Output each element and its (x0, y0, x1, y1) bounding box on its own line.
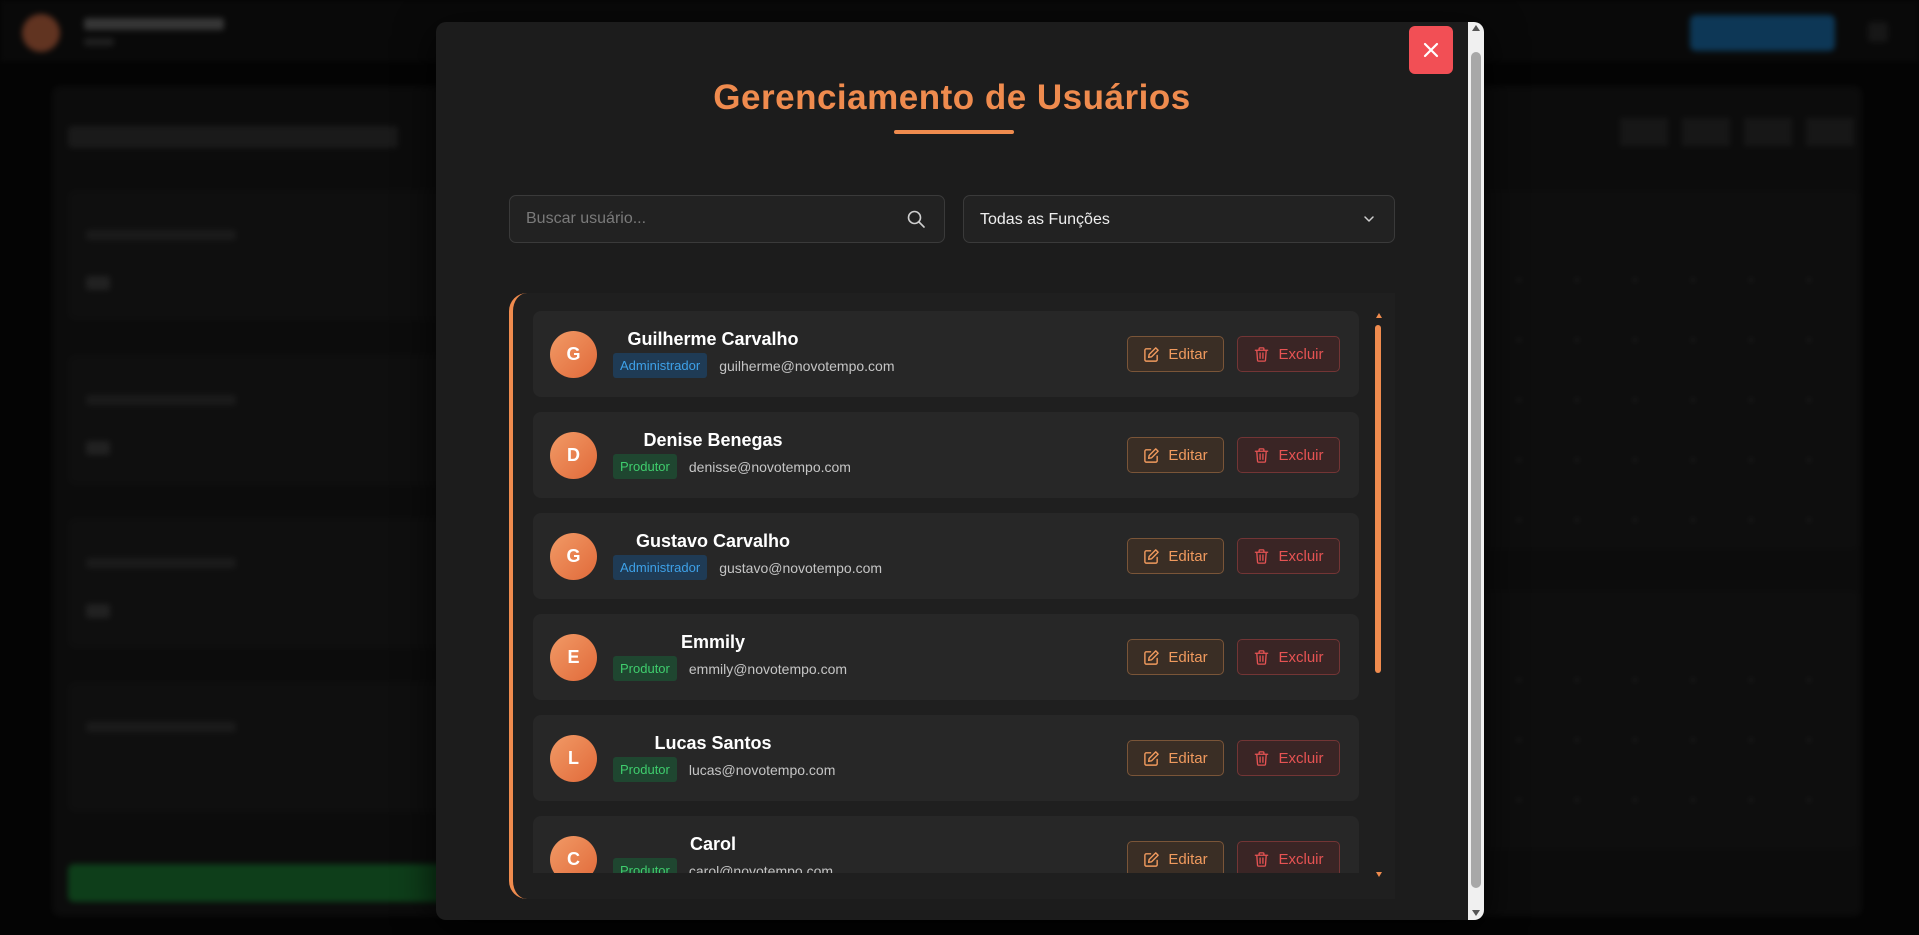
edit-label: Editar (1168, 648, 1208, 666)
role-badge: Administrador (613, 353, 708, 378)
trash-icon (1255, 548, 1269, 564)
delete-label: Excluir (1278, 547, 1324, 565)
edit-label: Editar (1168, 749, 1208, 767)
role-filter-value: Todas as Funções (980, 211, 1110, 228)
role-badge: Produtor (613, 454, 677, 479)
user-name: Guilherme Carvalho (627, 329, 799, 349)
edit-button[interactable]: Editar (1127, 437, 1224, 473)
user-meta: Produtor emmily@novotempo.com (613, 656, 847, 681)
trash-icon (1255, 851, 1269, 867)
trash-icon (1255, 447, 1269, 463)
role-filter-select[interactable]: Todas as Funções (963, 195, 1395, 243)
user-meta: Administrador gustavo@novotempo.com (613, 555, 882, 580)
user-meta: Produtor carol@novotempo.com (613, 858, 833, 873)
user-management-modal: Gerenciamento de Usuários Todas as Funçõ… (436, 22, 1484, 920)
edit-icon (1144, 548, 1160, 564)
chevron-down-icon (1364, 216, 1374, 222)
edit-button[interactable]: Editar (1127, 538, 1224, 574)
user-card: G Guilherme Carvalho Administrador guilh… (533, 311, 1359, 397)
delete-label: Excluir (1278, 648, 1324, 666)
search-field[interactable] (509, 195, 945, 243)
modal-scrollbar[interactable] (1468, 22, 1484, 920)
trash-icon (1255, 750, 1269, 766)
delete-button[interactable]: Excluir (1237, 336, 1340, 372)
modal-title: Gerenciamento de Usuários (713, 78, 1191, 117)
user-name: Lucas Santos (654, 733, 772, 753)
user-email: emmily@novotempo.com (688, 660, 848, 677)
delete-label: Excluir (1278, 850, 1324, 868)
search-input[interactable] (510, 196, 900, 242)
avatar: D (550, 432, 597, 479)
edit-label: Editar (1168, 547, 1208, 565)
delete-label: Excluir (1278, 345, 1324, 363)
user-meta: Administrador guilherme@novotempo.com (613, 353, 895, 378)
user-meta: Produtor lucas@novotempo.com (613, 757, 835, 782)
delete-button[interactable]: Excluir (1237, 740, 1340, 776)
user-meta: Produtor denisse@novotempo.com (613, 454, 851, 479)
delete-label: Excluir (1278, 446, 1324, 464)
close-button[interactable] (1409, 26, 1453, 74)
delete-button[interactable]: Excluir (1237, 639, 1340, 675)
trash-icon (1255, 649, 1269, 665)
delete-button[interactable]: Excluir (1237, 437, 1340, 473)
user-list-scrollbar[interactable] (1374, 313, 1384, 877)
edit-icon (1144, 447, 1160, 463)
user-list: G Guilherme Carvalho Administrador guilh… (533, 311, 1359, 873)
user-card: G Gustavo Carvalho Administrador gustavo… (533, 513, 1359, 599)
edit-button[interactable]: Editar (1127, 740, 1224, 776)
delete-button[interactable]: Excluir (1237, 841, 1340, 873)
edit-button[interactable]: Editar (1127, 639, 1224, 675)
user-email: carol@novotempo.com (688, 862, 834, 874)
edit-button[interactable]: Editar (1127, 841, 1224, 873)
user-list-container: G Guilherme Carvalho Administrador guilh… (509, 293, 1395, 899)
avatar: C (550, 836, 597, 873)
edit-label: Editar (1168, 345, 1208, 363)
user-card: L Lucas Santos Produtor lucas@novotempo.… (533, 715, 1359, 801)
delete-label: Excluir (1278, 749, 1324, 767)
role-badge: Produtor (613, 858, 677, 873)
close-icon (1423, 42, 1439, 58)
edit-icon (1144, 851, 1160, 867)
user-email: gustavo@novotempo.com (719, 559, 883, 576)
user-name: Carol (689, 834, 736, 854)
role-badge: Produtor (613, 757, 677, 782)
edit-button[interactable]: Editar (1127, 336, 1224, 372)
edit-icon (1144, 649, 1160, 665)
title-underline (894, 130, 1014, 134)
user-name: Emmily (680, 632, 746, 652)
trash-icon (1255, 346, 1269, 362)
edit-label: Editar (1168, 850, 1208, 868)
edit-icon (1144, 750, 1160, 766)
avatar: G (550, 533, 597, 580)
edit-label: Editar (1168, 446, 1208, 464)
user-name: Denise Benegas (643, 430, 783, 450)
user-card: E Emmily Produtor emmily@novotempo.com E… (533, 614, 1359, 700)
user-email: denisse@novotempo.com (688, 458, 851, 475)
delete-button[interactable]: Excluir (1237, 538, 1340, 574)
user-name: Gustavo Carvalho (635, 531, 791, 551)
user-card: D Denise Benegas Produtor denisse@novote… (533, 412, 1359, 498)
search-icon[interactable] (906, 209, 926, 229)
role-badge: Administrador (613, 555, 708, 580)
user-email: guilherme@novotempo.com (719, 357, 895, 374)
avatar: L (550, 735, 597, 782)
edit-icon (1144, 346, 1160, 362)
user-card: C Carol Produtor carol@novotempo.com Edi… (533, 816, 1359, 873)
avatar: E (550, 634, 597, 681)
role-badge: Produtor (613, 656, 677, 681)
user-email: lucas@novotempo.com (688, 761, 836, 778)
avatar: G (550, 331, 597, 378)
